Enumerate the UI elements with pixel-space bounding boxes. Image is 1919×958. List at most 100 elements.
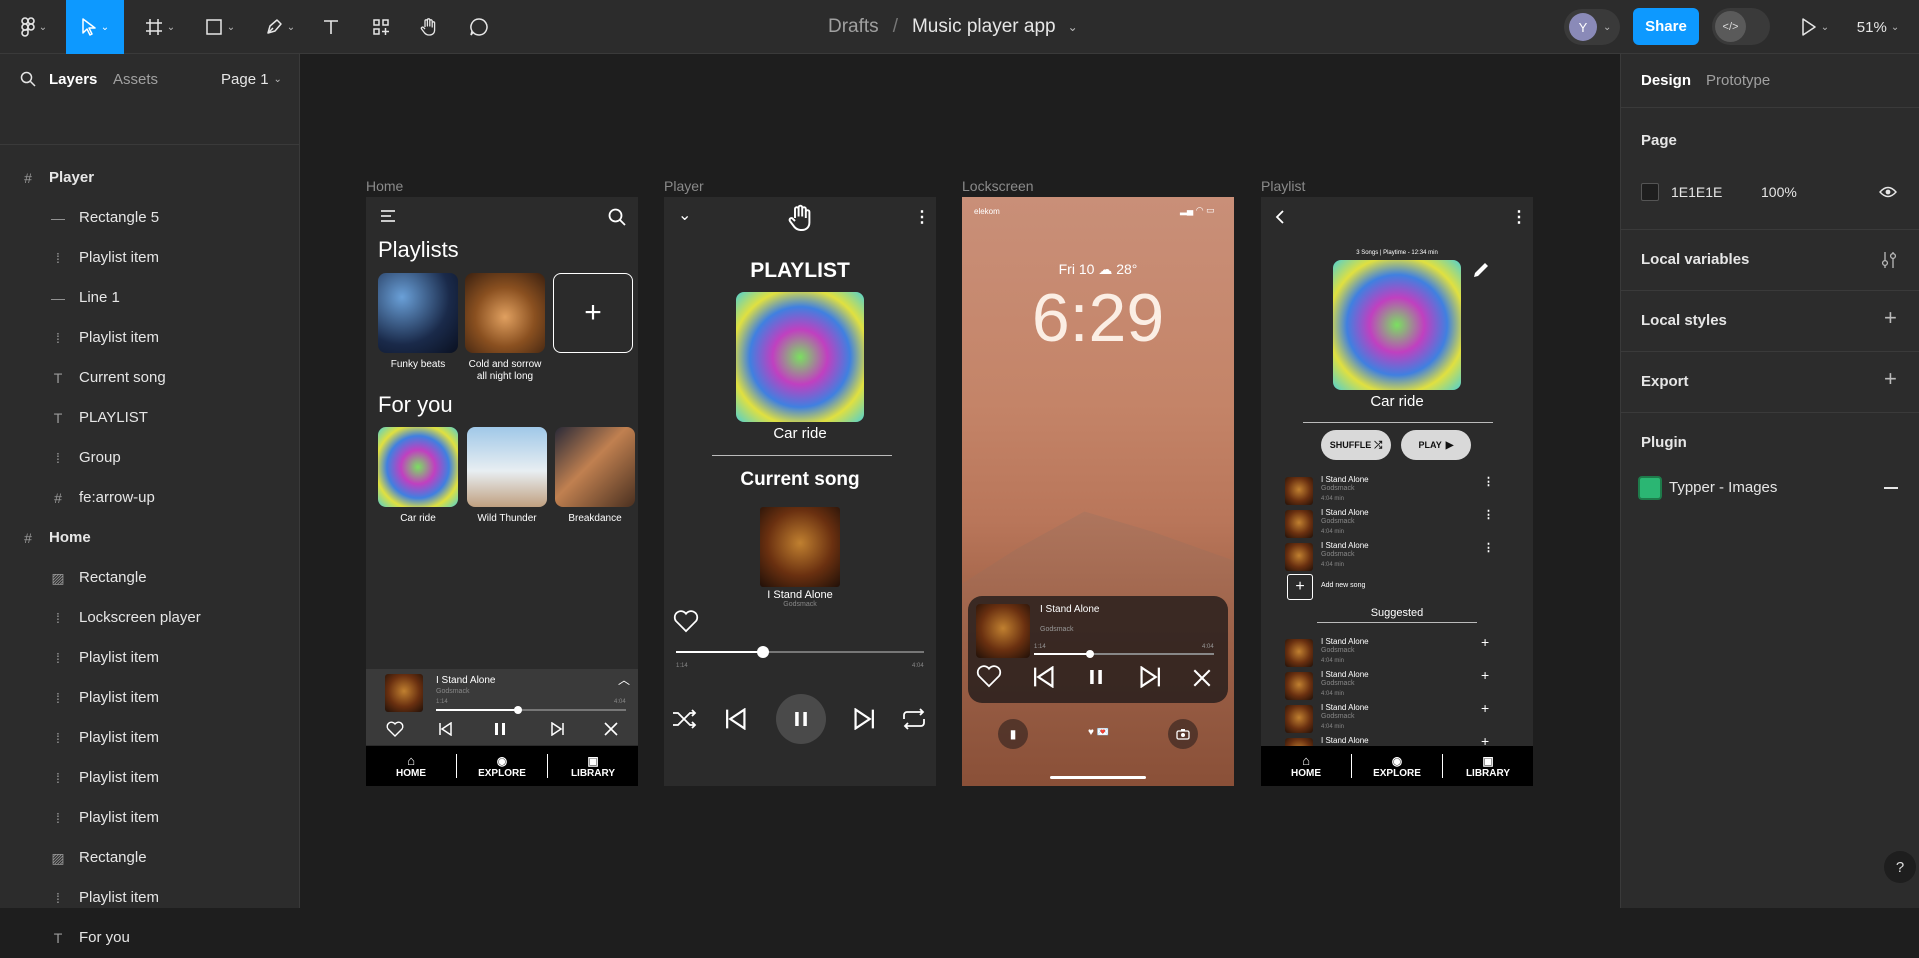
layer-row[interactable]: ⁞ Playlist item: [0, 758, 300, 798]
layer-row[interactable]: # Home: [0, 518, 300, 558]
canvas[interactable]: Home Playlists Funky beats Cold and sorr…: [300, 54, 1620, 908]
add-icon[interactable]: +: [1481, 634, 1489, 650]
pause-button[interactable]: [776, 694, 826, 744]
previous-icon[interactable]: [438, 722, 452, 736]
nav-home[interactable]: ⌂ HOME: [1261, 746, 1351, 786]
search-icon[interactable]: [608, 208, 626, 226]
song-row[interactable]: I Stand Alone Godsmack 4:04 min +: [1285, 700, 1505, 733]
layer-row[interactable]: ⁞ Playlist item: [0, 678, 300, 718]
nav-library[interactable]: ▣ LIBRARY: [1443, 746, 1533, 786]
camera-button[interactable]: [1168, 719, 1198, 749]
layer-row[interactable]: ⁞ Playlist item: [0, 638, 300, 678]
for-you-cover-breakdance[interactable]: [555, 427, 635, 507]
edit-pencil-icon[interactable]: [1472, 261, 1490, 279]
shuffle-icon[interactable]: [672, 708, 698, 730]
frame-home[interactable]: Playlists Funky beats Cold and sorrow al…: [366, 197, 638, 786]
move-tool-button[interactable]: ⌄: [66, 0, 124, 54]
play-button[interactable]: PLAY ▶: [1401, 430, 1471, 460]
heart-icon[interactable]: [976, 664, 1002, 688]
frame-label-home[interactable]: Home: [366, 178, 403, 194]
frame-label-lockscreen[interactable]: Lockscreen: [962, 178, 1034, 194]
text-tool-button[interactable]: [316, 0, 346, 54]
frame-label-playlist[interactable]: Playlist: [1261, 178, 1305, 194]
for-you-cover-wild-thunder[interactable]: [467, 427, 547, 507]
add-icon[interactable]: +: [1884, 305, 1897, 331]
layer-row[interactable]: ▨ Rectangle: [0, 558, 300, 598]
playlist-cover-cold-and-sorrow[interactable]: [465, 273, 545, 353]
tab-prototype[interactable]: Prototype: [1706, 72, 1770, 89]
layer-row[interactable]: — Line 1: [0, 278, 300, 318]
add-playlist-button[interactable]: +: [553, 273, 633, 353]
close-icon[interactable]: [1193, 669, 1211, 687]
sliders-icon[interactable]: [1881, 251, 1897, 269]
layer-row[interactable]: T Current song: [0, 358, 300, 398]
flashlight-button[interactable]: ▮: [998, 719, 1028, 749]
local-variables-section[interactable]: Local variables: [1621, 230, 1919, 291]
next-icon[interactable]: [854, 708, 876, 730]
layer-row[interactable]: T For you: [0, 918, 300, 958]
frame-lockscreen[interactable]: elekom ▂▄ ◠ ▭ Fri 10 ☁ 28° 6:29 I Stand …: [962, 197, 1234, 786]
song-row[interactable]: I Stand Alone Godsmack 4:04 min ⋮: [1285, 541, 1505, 571]
pause-icon[interactable]: [494, 722, 506, 736]
add-icon[interactable]: +: [1481, 667, 1489, 683]
layer-row[interactable]: # fe:arrow-up: [0, 478, 300, 518]
more-icon[interactable]: ⋮: [1483, 541, 1494, 554]
hand-tool-button[interactable]: [414, 0, 444, 54]
close-icon[interactable]: [604, 722, 618, 736]
song-row[interactable]: I Stand Alone Godsmack 4:04 min ⋮: [1285, 508, 1505, 538]
layer-row[interactable]: T PLAYLIST: [0, 398, 300, 438]
frame-tool-button[interactable]: ⌄: [138, 0, 182, 54]
chevron-down-icon[interactable]: ⌄: [678, 205, 691, 225]
layer-row[interactable]: ⁞ Group: [0, 438, 300, 478]
next-icon[interactable]: [551, 722, 565, 736]
remove-plugin-icon[interactable]: [1884, 487, 1898, 489]
menu-icon[interactable]: [380, 209, 396, 223]
layer-row[interactable]: # Player: [0, 158, 300, 198]
layer-row[interactable]: ⁞ Playlist item: [0, 878, 300, 918]
more-icon[interactable]: ⋮: [1483, 475, 1494, 488]
file-name[interactable]: Music player app: [912, 16, 1056, 38]
song-progress-track[interactable]: [676, 646, 924, 658]
back-icon[interactable]: [1275, 209, 1285, 225]
avatar-button[interactable]: Y ⌄: [1564, 9, 1620, 45]
heart-icon[interactable]: [673, 609, 699, 633]
help-button[interactable]: ?: [1884, 851, 1916, 883]
layer-row[interactable]: — Rectangle 5: [0, 198, 300, 238]
next-icon[interactable]: [1140, 666, 1162, 688]
heart-icon[interactable]: [386, 721, 404, 737]
comment-tool-button[interactable]: [464, 0, 494, 54]
layer-row[interactable]: ⁞ Playlist item: [0, 718, 300, 758]
layer-row[interactable]: ⁞ Lockscreen player: [0, 598, 300, 638]
dev-mode-toggle[interactable]: </>: [1712, 8, 1770, 45]
zoom-menu[interactable]: 51% ⌄: [1848, 0, 1908, 54]
progress-knob[interactable]: [756, 646, 769, 658]
main-menu-button[interactable]: ⌄: [14, 0, 54, 54]
layer-row[interactable]: ⁞ Playlist item: [0, 798, 300, 838]
export-section[interactable]: Export +: [1621, 352, 1919, 413]
present-button[interactable]: ⌄: [1795, 0, 1835, 54]
tab-layers[interactable]: Layers: [49, 71, 97, 88]
tab-design[interactable]: Design: [1641, 72, 1691, 89]
pen-tool-button[interactable]: ⌄: [258, 0, 302, 54]
mini-player[interactable]: I Stand Alone Godsmack 1:14 4:04 ︿: [366, 669, 638, 745]
chevron-down-icon[interactable]: ⌄: [1068, 20, 1078, 34]
breadcrumb-drafts[interactable]: Drafts: [828, 16, 879, 38]
page-color-value[interactable]: 1E1E1E: [1671, 184, 1722, 200]
previous-icon[interactable]: [724, 708, 746, 730]
song-row[interactable]: I Stand Alone Godsmack 4:04 min +: [1285, 634, 1505, 667]
shuffle-button[interactable]: SHUFFLE ⤮: [1321, 430, 1391, 460]
nav-explore[interactable]: ◉ EXPLORE: [456, 754, 548, 779]
repeat-icon[interactable]: [901, 708, 927, 730]
nav-home[interactable]: ⌂ HOME: [366, 746, 456, 786]
frame-label-player[interactable]: Player: [664, 178, 704, 194]
shape-tool-button[interactable]: ⌄: [198, 0, 242, 54]
local-styles-section[interactable]: Local styles +: [1621, 291, 1919, 352]
pause-icon[interactable]: [1089, 667, 1103, 687]
more-icon[interactable]: ⋮: [914, 207, 930, 227]
more-icon[interactable]: ⋮: [1483, 508, 1494, 521]
progress-knob[interactable]: [513, 706, 522, 714]
lockscreen-progress-track[interactable]: [1034, 650, 1214, 658]
nav-library[interactable]: ▣ LIBRARY: [548, 746, 638, 786]
lockscreen-player[interactable]: I Stand Alone Godsmack 1:14 4:04: [968, 596, 1228, 703]
layer-row[interactable]: ⁞ Playlist item: [0, 318, 300, 358]
